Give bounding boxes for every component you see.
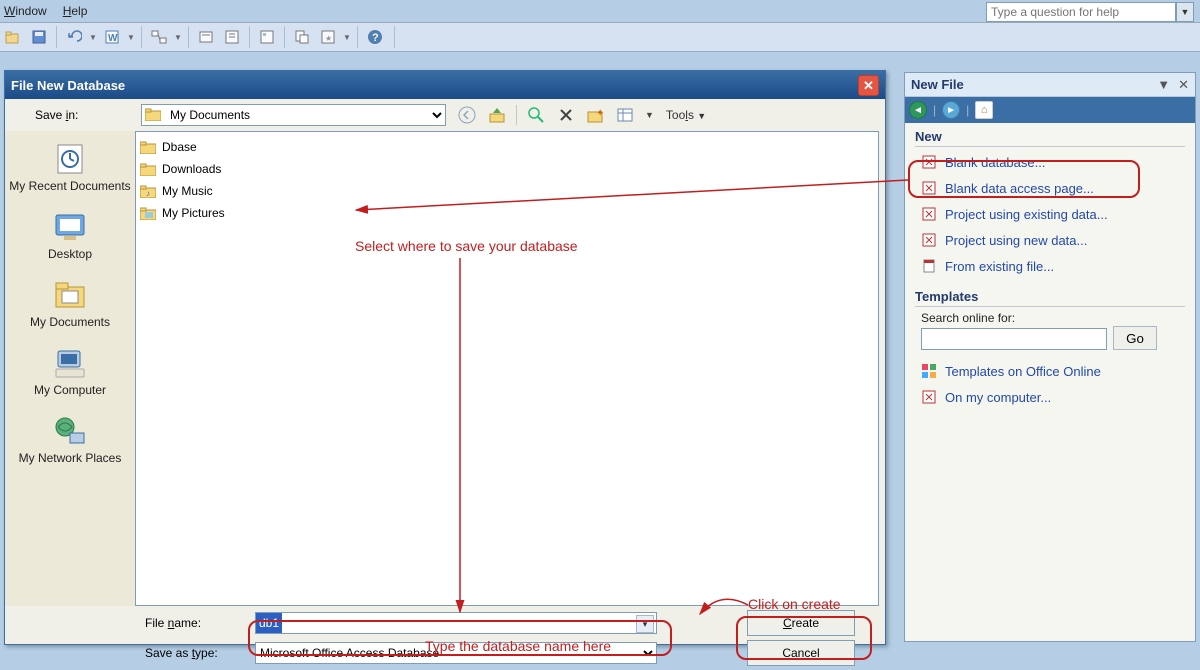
annotation-arrows — [0, 0, 1200, 647]
annotation-box — [908, 160, 1140, 198]
annotation-box — [736, 616, 872, 660]
annotation-text: Click on create — [748, 596, 841, 612]
annotation-text: Type the database name here — [425, 638, 611, 654]
save-as-type-label: Save as type: — [145, 646, 245, 660]
annotation-text: Select where to save your database — [355, 238, 578, 254]
